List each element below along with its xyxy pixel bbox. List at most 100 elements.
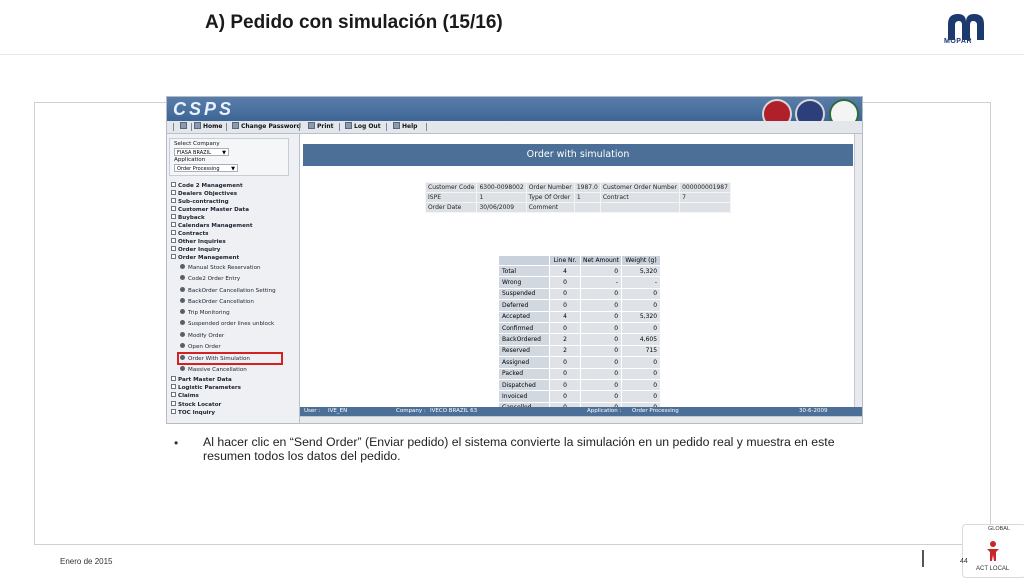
row-label: Accepted bbox=[498, 310, 550, 323]
table-row: Order Date 30/06/2009 Comment bbox=[424, 202, 731, 213]
toolbar-home-button[interactable]: Home bbox=[194, 121, 222, 133]
table-row: ISPE 1 Type Of Order 1 Contract 7 bbox=[424, 192, 731, 203]
toolbar-help-button[interactable]: Help bbox=[393, 121, 417, 133]
table-row: Wrong 0- - bbox=[498, 276, 662, 289]
weight: - bbox=[621, 276, 662, 289]
nav-item[interactable]: TOC Inquiry bbox=[171, 409, 215, 416]
badge-bottom-text: ACT LOCAL bbox=[976, 566, 1010, 572]
nav-subitem[interactable]: BackOrder Cancellation Setting bbox=[180, 287, 276, 294]
expand-icon bbox=[171, 190, 176, 195]
vertical-scrollbar[interactable] bbox=[854, 134, 862, 418]
row-label: Wrong bbox=[498, 276, 550, 289]
row-label: Dispatched bbox=[498, 378, 550, 392]
nav-item[interactable]: Claims bbox=[171, 392, 199, 399]
expand-icon bbox=[171, 230, 176, 235]
table-row: Suspended 0 0 0 bbox=[498, 287, 662, 301]
nav-subitem[interactable]: BackOrder Cancellation bbox=[180, 298, 254, 305]
nav-item[interactable]: Contracts bbox=[171, 230, 208, 237]
line-count: 0 bbox=[549, 356, 581, 369]
chevron-down-icon: ▼ bbox=[231, 166, 235, 172]
nav-subitem[interactable]: Trip Monitoring bbox=[180, 309, 230, 316]
toolbar-separator bbox=[426, 123, 427, 131]
nav-item[interactable]: Code 2 Management bbox=[171, 182, 243, 189]
toolbar-grid-button[interactable] bbox=[180, 121, 189, 133]
nav-item-order-management[interactable]: Order Management bbox=[171, 254, 239, 261]
nav-item[interactable]: Buyback bbox=[171, 214, 205, 221]
toolbar-print-button[interactable]: Print bbox=[308, 121, 334, 133]
bullet-icon bbox=[180, 355, 185, 360]
bullet-icon bbox=[180, 332, 185, 337]
info-value bbox=[679, 202, 731, 213]
grid-icon bbox=[180, 122, 187, 129]
weight: 0 bbox=[621, 378, 662, 392]
horizontal-scrollbar[interactable] bbox=[300, 416, 862, 423]
logout-icon bbox=[345, 122, 352, 129]
info-label: Order Date bbox=[424, 202, 478, 213]
application-label: Application bbox=[174, 157, 206, 163]
nav-item[interactable]: Dealers Objectives bbox=[171, 190, 237, 197]
net-amount: 0 bbox=[579, 344, 623, 358]
line-count: 0 bbox=[549, 378, 581, 392]
info-value: 1 bbox=[573, 192, 601, 203]
collapse-icon bbox=[171, 254, 176, 259]
nav-subitem[interactable]: Massive Cancellation bbox=[180, 366, 247, 373]
nav-item[interactable]: Customer Master Data bbox=[171, 206, 249, 213]
order-summary-table: Line Nr. Net Amount Weight (g) Total 4 0 5,… bbox=[498, 255, 662, 415]
nav-item[interactable]: Other Inquiries bbox=[171, 238, 226, 245]
nav-item[interactable]: Logistic Parameters bbox=[171, 384, 241, 391]
info-value: 1987.0 bbox=[573, 182, 601, 193]
line-count: 0 bbox=[549, 367, 581, 380]
nav-subitem[interactable]: Manual Stock Reservation bbox=[180, 264, 261, 271]
nav-subitem[interactable]: Open Order bbox=[180, 343, 221, 350]
weight: 0 bbox=[621, 367, 662, 380]
table-header-row: Line Nr. Net Amount Weight (g) bbox=[498, 255, 662, 266]
table-row: Accepted 4 0 5,320 bbox=[498, 310, 662, 323]
brand-wordmark: MOPAR bbox=[944, 38, 973, 45]
nav-subitem[interactable]: Suspended order lines unblock bbox=[180, 320, 274, 327]
line-count: 0 bbox=[549, 390, 581, 403]
row-label: Suspended bbox=[498, 287, 550, 301]
nav-item[interactable]: Part Master Data bbox=[171, 376, 232, 383]
application-select[interactable]: Order Processing ▼ bbox=[174, 164, 238, 172]
nav-item[interactable]: Order Inquiry bbox=[171, 246, 220, 253]
toolbar-change-password-button[interactable]: Change Password bbox=[232, 121, 301, 133]
bullet-icon bbox=[180, 264, 185, 269]
weight: 5,320 bbox=[621, 264, 662, 278]
expand-icon bbox=[171, 214, 176, 219]
help-icon bbox=[393, 122, 400, 129]
column-header: Line Nr. bbox=[549, 255, 581, 266]
nav-subitem-order-with-simulation[interactable]: Order With Simulation bbox=[177, 352, 283, 365]
nav-subitem[interactable]: Code2 Order Entry bbox=[180, 275, 240, 282]
weight: 4,605 bbox=[621, 333, 662, 346]
bullet-icon bbox=[180, 366, 185, 371]
table-row: Customer Code 6300-0098002 Order Number … bbox=[424, 182, 731, 193]
table-row: Assigned 0 0 0 bbox=[498, 356, 662, 369]
nav-item[interactable]: Sub-contracting bbox=[171, 198, 229, 205]
toolbar-logout-button[interactable]: Log Out bbox=[345, 121, 381, 133]
page-header: Order with simulation bbox=[303, 144, 853, 166]
column-header: Net Amount bbox=[579, 255, 623, 266]
nav-item[interactable]: Calendars Management bbox=[171, 222, 253, 229]
net-amount: 0 bbox=[579, 299, 623, 312]
bullet-icon bbox=[180, 320, 185, 325]
table-row: BackOrdered 2 0 4,605 bbox=[498, 333, 662, 346]
expand-icon bbox=[171, 182, 176, 187]
line-count: 0 bbox=[549, 299, 581, 312]
toolbar-separator bbox=[173, 123, 174, 131]
line-count: 0 bbox=[549, 276, 581, 289]
line-count: 4 bbox=[549, 264, 581, 278]
table-row: Confirmed 0 0 0 bbox=[498, 321, 662, 335]
footer-divider bbox=[922, 550, 924, 567]
nav-item[interactable]: Stock Locator bbox=[171, 401, 221, 408]
expand-icon bbox=[171, 198, 176, 203]
info-value bbox=[573, 202, 601, 213]
weight: 0 bbox=[621, 356, 662, 369]
row-label: Confirmed bbox=[498, 321, 550, 335]
info-value: 7 bbox=[679, 192, 731, 203]
row-label: Packed bbox=[498, 367, 550, 380]
company-select[interactable]: FIASA BRAZIL ▼ bbox=[174, 148, 229, 156]
row-label: Total bbox=[498, 264, 550, 278]
table-row: Deferred 0 0 0 bbox=[498, 299, 662, 312]
line-count: 4 bbox=[549, 310, 581, 323]
nav-subitem[interactable]: Modify Order bbox=[180, 332, 224, 339]
